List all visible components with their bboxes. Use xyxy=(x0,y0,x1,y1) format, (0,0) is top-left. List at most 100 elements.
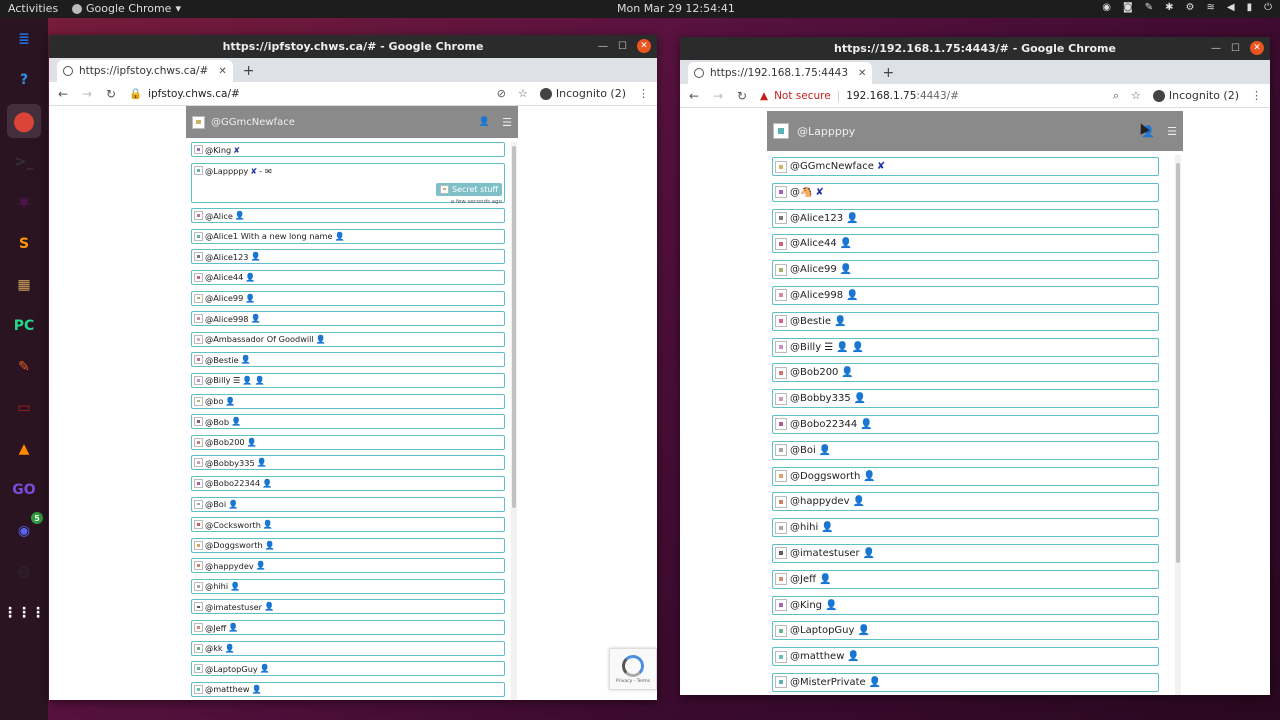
settings-tray-icon[interactable]: ⚙ xyxy=(1186,2,1195,13)
contact-row[interactable]: @LaptopGuy 👤 xyxy=(191,661,505,677)
contact-row[interactable]: @Boi 👤 xyxy=(772,440,1159,460)
apps-grid-icon[interactable]: ⋮⋮⋮ xyxy=(3,596,45,630)
bookmark-star-icon[interactable]: ☆ xyxy=(1131,89,1141,102)
window-titlebar[interactable]: https://192.168.1.75:4443/# - Google Chr… xyxy=(680,37,1270,60)
contact-row[interactable]: @LaptopGuy 👤 xyxy=(772,621,1159,641)
omnibox[interactable]: 🔒 ipfstoy.chws.ca/# xyxy=(129,87,485,101)
contact-row[interactable]: @Alice123 👤 xyxy=(191,249,505,265)
person-icon[interactable]: 👤 xyxy=(479,117,490,127)
incognito-indicator[interactable]: Incognito (2) xyxy=(539,87,626,100)
reload-icon[interactable]: ↻ xyxy=(105,87,117,101)
maximize-icon[interactable]: ☐ xyxy=(1231,43,1240,54)
power-icon[interactable]: ⏻ xyxy=(1264,2,1272,13)
reload-icon[interactable]: ↻ xyxy=(736,89,748,103)
postman-icon[interactable]: ✎ xyxy=(7,350,41,384)
contact-row[interactable]: @Alice1 With a new long name 👤 xyxy=(191,228,505,244)
contact-row[interactable]: @Alice44 👤 xyxy=(191,269,505,285)
obs-icon[interactable]: ◎ xyxy=(7,555,41,589)
help-icon[interactable]: ? xyxy=(7,63,41,97)
contact-row[interactable]: @Bobby335 👤 xyxy=(772,389,1159,409)
incognito-indicator[interactable]: Incognito (2) xyxy=(1152,89,1239,102)
browser-tab[interactable]: https://ipfstoy.chws.ca/# ✕ xyxy=(57,60,233,82)
tab-close-icon[interactable]: ✕ xyxy=(218,66,226,77)
contact-row[interactable]: @Alice998 👤 xyxy=(772,285,1159,305)
zoom-icon[interactable]: ⌕ xyxy=(1113,89,1119,103)
contact-row[interactable]: @King 👤 xyxy=(772,595,1159,615)
contact-row[interactable]: @Doggsworth 👤 xyxy=(191,537,505,553)
contact-row[interactable]: @hihi 👤 xyxy=(191,578,505,594)
files-icon[interactable]: ≣ xyxy=(7,22,41,56)
contact-row[interactable]: @Bestie 👤 xyxy=(191,352,505,368)
contact-row[interactable]: @Boi 👤 xyxy=(191,496,505,512)
discord-tray-icon[interactable]: ◙ xyxy=(1123,2,1133,13)
message-bubble[interactable]: Secret stuff xyxy=(436,182,502,196)
contact-row[interactable]: @Bob 👤 xyxy=(191,414,505,430)
contact-row[interactable]: @Billy ☰ 👤 👤 xyxy=(191,372,505,388)
forward-icon[interactable]: → xyxy=(81,87,93,101)
terminal-icon[interactable]: >_ xyxy=(7,145,41,179)
minimize-icon[interactable]: — xyxy=(1211,43,1221,54)
contact-row[interactable]: @matthew 👤 xyxy=(191,681,505,697)
goland-icon[interactable]: GO xyxy=(7,473,41,507)
contact-row[interactable]: @Bobo22344 👤 xyxy=(191,475,505,491)
contact-row-expanded[interactable]: @Lappppy ✘ - ✉ Secret stuff a few seconds a… xyxy=(191,162,505,205)
chrome-tray-icon[interactable]: ◉ xyxy=(1102,2,1111,13)
contact-row[interactable]: @Bobby335 👤 xyxy=(191,455,505,471)
contact-row[interactable]: @Jeff 👤 xyxy=(191,620,505,636)
chrome-icon[interactable]: ● xyxy=(7,104,41,138)
omnibox[interactable]: ▲ Not secure | 192.168.1.75:4443/# xyxy=(760,90,1101,102)
tab-close-icon[interactable]: ✕ xyxy=(858,68,866,79)
contact-row[interactable]: @hihi 👤 xyxy=(772,518,1159,538)
recaptcha-text[interactable]: Privacy - Terms xyxy=(616,679,650,684)
pen-tray-icon[interactable]: ✎ xyxy=(1145,2,1153,13)
close-icon[interactable]: ✕ xyxy=(637,39,651,53)
not-secure-label[interactable]: Not secure xyxy=(774,90,831,102)
slack-tray-icon[interactable]: ✱ xyxy=(1165,2,1173,13)
contact-row[interactable]: @GGmcNewface ✘ xyxy=(772,157,1159,176)
app-menu[interactable]: Google Chrome ▾ xyxy=(72,2,181,15)
contact-row[interactable]: @matthew 👤 xyxy=(772,647,1159,667)
contact-row[interactable]: @imatestuser 👤 xyxy=(191,599,505,615)
scrollbar[interactable] xyxy=(1175,155,1181,695)
slack-icon[interactable]: ✱ xyxy=(7,186,41,220)
contact-row[interactable]: @imatestuser 👤 xyxy=(772,543,1159,563)
hamburger-menu-icon[interactable]: ☰ xyxy=(1167,125,1177,138)
eye-slash-icon[interactable]: ⊘ xyxy=(497,87,506,100)
contact-row[interactable]: @🐴 ✘ xyxy=(772,182,1159,202)
contact-row[interactable]: @Alice44 👤 xyxy=(772,234,1159,254)
hamburger-menu-icon[interactable]: ☰ xyxy=(502,116,512,129)
contact-row[interactable]: @Bobo22344 👤 xyxy=(772,414,1159,434)
maximize-icon[interactable]: ☐ xyxy=(618,41,627,52)
back-icon[interactable]: ← xyxy=(688,89,700,103)
window-titlebar[interactable]: https://ipfstoy.chws.ca/# - Google Chrom… xyxy=(49,35,657,58)
contact-row[interactable]: @Jeff 👤 xyxy=(772,569,1159,589)
contact-row[interactable]: @happydev 👤 xyxy=(772,492,1159,512)
activities-button[interactable]: Activities xyxy=(8,2,58,15)
archive-icon[interactable]: ▦ xyxy=(7,268,41,302)
system-tray[interactable]: ◉ ◙ ✎ ✱ ⚙ ≋ ◀ ▮ ⏻ xyxy=(1102,2,1272,13)
new-tab-button[interactable]: + xyxy=(882,62,894,84)
contact-row[interactable]: @Bob200 👤 xyxy=(191,434,505,450)
contact-row[interactable]: @Bestie 👤 xyxy=(772,311,1159,331)
contact-row[interactable]: @Alice123 👤 xyxy=(772,208,1159,228)
contact-row[interactable]: @Doggsworth 👤 xyxy=(772,466,1159,486)
browser-tab[interactable]: https://192.168.1.75:4443 ✕ xyxy=(688,62,873,84)
vlc-icon[interactable]: ▲ xyxy=(7,432,41,466)
contact-row[interactable]: @Alice99 👤 xyxy=(191,290,505,306)
forward-icon[interactable]: → xyxy=(712,89,724,103)
clock[interactable]: Mon Mar 29 12:54:41 xyxy=(617,2,735,15)
bookmark-star-icon[interactable]: ☆ xyxy=(518,87,528,100)
discord-icon[interactable]: ◉ 5 xyxy=(7,512,43,548)
contact-row[interactable]: @King ✘ xyxy=(191,142,505,157)
remote-icon[interactable]: ▭ xyxy=(7,391,41,425)
contact-row[interactable]: @MisterPrivate 👤 xyxy=(772,672,1159,692)
close-icon[interactable]: ✕ xyxy=(1250,41,1264,55)
contact-row[interactable]: @Bob200 👤 xyxy=(772,363,1159,383)
contact-row[interactable]: @happydev 👤 xyxy=(191,558,505,574)
kebab-menu-icon[interactable]: ⋮ xyxy=(638,87,649,100)
contact-row[interactable]: @Billy ☰ 👤 👤 xyxy=(772,337,1159,357)
sublime-icon[interactable]: S xyxy=(7,227,41,261)
new-tab-button[interactable]: + xyxy=(243,60,255,82)
contact-row[interactable]: @Cocksworth 👤 xyxy=(191,517,505,533)
contact-row[interactable]: @kk 👤 xyxy=(191,640,505,656)
